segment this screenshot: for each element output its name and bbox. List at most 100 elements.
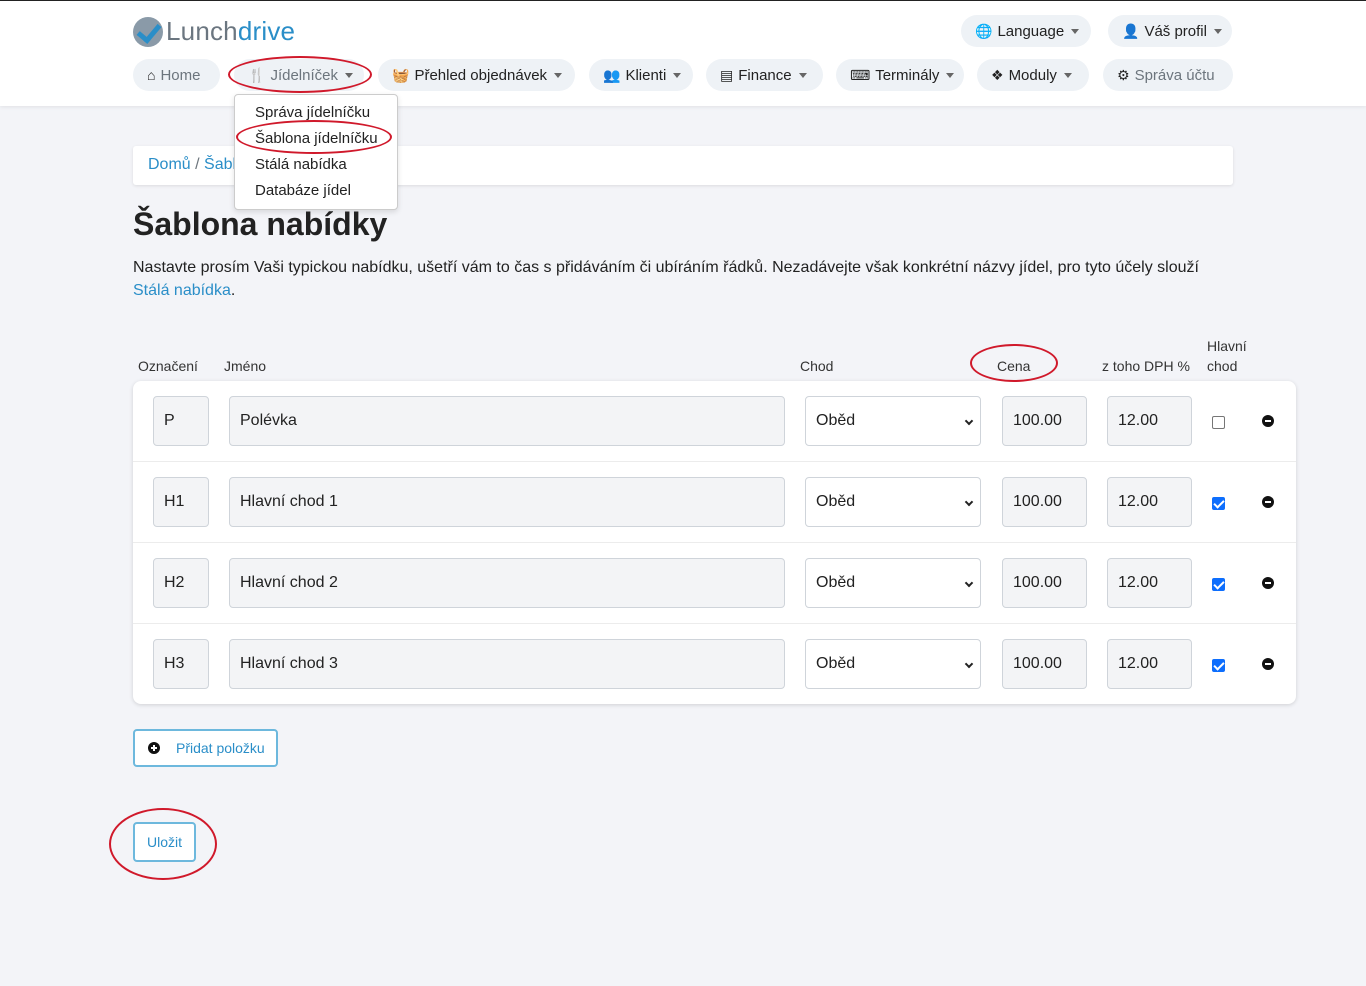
vat-input[interactable]: 12.00 bbox=[1107, 558, 1192, 608]
main-course-checkbox[interactable] bbox=[1212, 416, 1225, 429]
name-input[interactable]: Hlavní chod 2 bbox=[229, 558, 785, 608]
price-input[interactable]: 100.00 bbox=[1002, 558, 1087, 608]
caret-down-icon bbox=[554, 72, 563, 78]
col-header-name: Jméno bbox=[224, 358, 267, 374]
course-select[interactable]: Oběd bbox=[805, 639, 981, 689]
nav-clients[interactable]: 👥 Klienti bbox=[589, 59, 693, 91]
gear-icon: ⚙ bbox=[1117, 66, 1130, 83]
chevron-down-icon bbox=[964, 578, 974, 588]
name-input[interactable]: Hlavní chod 3 bbox=[229, 639, 785, 689]
remove-row-icon[interactable] bbox=[1262, 577, 1274, 589]
add-item-button[interactable]: Přidat položku bbox=[133, 729, 278, 767]
main-course-checkbox[interactable] bbox=[1212, 659, 1225, 672]
checkmark-logo-icon bbox=[133, 16, 163, 47]
table-row: P Polévka Oběd 100.00 12.00 bbox=[133, 381, 1296, 462]
nav-menu[interactable]: 🍴 Jídelníček bbox=[234, 59, 364, 91]
nav-terminals-label: Terminály bbox=[875, 66, 940, 84]
nav-orders[interactable]: 🧺 Přehled objednávek bbox=[378, 59, 575, 91]
nav-home-label: Home bbox=[160, 66, 201, 84]
col-header-main-line1: Hlavní bbox=[1207, 338, 1247, 354]
nav-account-label: Správa účtu bbox=[1134, 66, 1215, 84]
nav-clients-label: Klienti bbox=[625, 66, 667, 84]
dropdown-item-menu-template[interactable]: Šablona jídelníčku bbox=[235, 129, 397, 155]
basket-icon: 🧺 bbox=[392, 66, 410, 83]
nav-orders-label: Přehled objednávek bbox=[414, 66, 548, 84]
home-icon: ⌂ bbox=[147, 67, 156, 83]
nav-menu-label: Jídelníček bbox=[270, 66, 338, 84]
page-intro: Nastavte prosím Vaši typickou nabídku, u… bbox=[133, 256, 1233, 302]
label-input[interactable]: P bbox=[153, 396, 209, 446]
main-course-checkbox[interactable] bbox=[1212, 497, 1225, 510]
save-button[interactable]: Uložit bbox=[133, 822, 196, 862]
label-input[interactable]: H2 bbox=[153, 558, 209, 608]
price-input[interactable]: 100.00 bbox=[1002, 396, 1087, 446]
nav-account-settings[interactable]: ⚙ Správa účtu bbox=[1103, 59, 1233, 91]
course-select-value: Oběd bbox=[816, 493, 856, 510]
name-input[interactable]: Hlavní chod 1 bbox=[229, 477, 785, 527]
profile-label: Váš profil bbox=[1144, 22, 1207, 40]
dropdown-item-dish-database[interactable]: Databáze jídel bbox=[235, 181, 397, 207]
course-select[interactable]: Oběd bbox=[805, 396, 981, 446]
course-select[interactable]: Oběd bbox=[805, 558, 981, 608]
col-header-price: Cena bbox=[997, 358, 1031, 374]
nav-terminals[interactable]: ⌨ Terminály bbox=[836, 59, 964, 91]
course-select-value: Oběd bbox=[816, 412, 856, 429]
logo-text: Lunchdrive bbox=[166, 16, 296, 46]
price-input[interactable]: 100.00 bbox=[1002, 477, 1087, 527]
top-navbar: Lunchdrive 🌐 Language 👤 Váš profil ⌂ Hom… bbox=[0, 0, 1366, 106]
price-input[interactable]: 100.00 bbox=[1002, 639, 1087, 689]
vat-input[interactable]: 12.00 bbox=[1107, 396, 1192, 446]
remove-row-icon[interactable] bbox=[1262, 496, 1274, 508]
chevron-down-icon bbox=[964, 497, 974, 507]
remove-row-icon[interactable] bbox=[1262, 658, 1274, 670]
users-icon: 👥 bbox=[603, 66, 621, 83]
remove-row-icon[interactable] bbox=[1262, 415, 1274, 427]
menu-template-table: P Polévka Oběd 100.00 12.00 H1 Hlavní ch… bbox=[133, 381, 1296, 704]
vat-input[interactable]: 12.00 bbox=[1107, 639, 1192, 689]
chevron-down-icon bbox=[964, 416, 974, 426]
col-header-label: Označení bbox=[138, 358, 198, 374]
breadcrumb-separator: / bbox=[195, 156, 200, 173]
user-icon: 👤 bbox=[1122, 22, 1140, 39]
col-header-main-course: Hlavní chod bbox=[1207, 336, 1247, 376]
cubes-icon: ❖ bbox=[991, 66, 1004, 83]
dropdown-item-permanent-offer[interactable]: Stálá nabídka bbox=[235, 155, 397, 181]
fork-knife-icon: 🍴 bbox=[248, 66, 266, 83]
nav-modules[interactable]: ❖ Moduly bbox=[977, 59, 1089, 91]
table-row: H3 Hlavní chod 3 Oběd 100.00 12.00 bbox=[133, 624, 1296, 705]
course-select[interactable]: Oběd bbox=[805, 477, 981, 527]
plus-circle-icon bbox=[148, 742, 160, 754]
nav-home[interactable]: ⌂ Home bbox=[133, 59, 220, 91]
intro-text: Nastavte prosím Vaši typickou nabídku, u… bbox=[133, 259, 1199, 276]
breadcrumb-home-link[interactable]: Domů bbox=[148, 156, 191, 173]
nav-finance-label: Finance bbox=[738, 66, 792, 84]
page-title: Šablona nabídky bbox=[133, 206, 388, 242]
col-header-course: Chod bbox=[800, 358, 834, 374]
caret-down-icon bbox=[673, 72, 682, 78]
breadcrumb-current: Šabl bbox=[204, 156, 237, 173]
name-input[interactable]: Polévka bbox=[229, 396, 785, 446]
save-label: Uložit bbox=[146, 834, 182, 850]
nav-finance[interactable]: ▤ Finance bbox=[706, 59, 823, 91]
permanent-offer-link[interactable]: Stálá nabídka bbox=[133, 282, 231, 299]
globe-icon: 🌐 bbox=[975, 22, 993, 39]
caret-down-icon bbox=[1213, 28, 1222, 34]
course-select-value: Oběd bbox=[816, 655, 856, 672]
language-menu[interactable]: 🌐 Language bbox=[961, 15, 1091, 47]
dropdown-item-menu-management[interactable]: Správa jídelníčku bbox=[235, 103, 397, 129]
language-label: Language bbox=[997, 22, 1065, 40]
caret-down-icon bbox=[1071, 28, 1080, 34]
vat-input[interactable]: 12.00 bbox=[1107, 477, 1192, 527]
caret-down-icon bbox=[1063, 72, 1072, 78]
table-row: H2 Hlavní chod 2 Oběd 100.00 12.00 bbox=[133, 543, 1296, 624]
profile-menu[interactable]: 👤 Váš profil bbox=[1108, 15, 1232, 47]
label-input[interactable]: H3 bbox=[153, 639, 209, 689]
label-input[interactable]: H1 bbox=[153, 477, 209, 527]
main-course-checkbox[interactable] bbox=[1212, 578, 1225, 591]
col-header-main-line2: chod bbox=[1207, 358, 1238, 374]
chevron-down-icon bbox=[964, 659, 974, 669]
intro-end: . bbox=[230, 282, 236, 299]
caret-down-icon bbox=[798, 72, 807, 78]
nav-modules-label: Moduly bbox=[1008, 66, 1057, 84]
lunchdrive-logo[interactable]: Lunchdrive bbox=[133, 16, 295, 47]
